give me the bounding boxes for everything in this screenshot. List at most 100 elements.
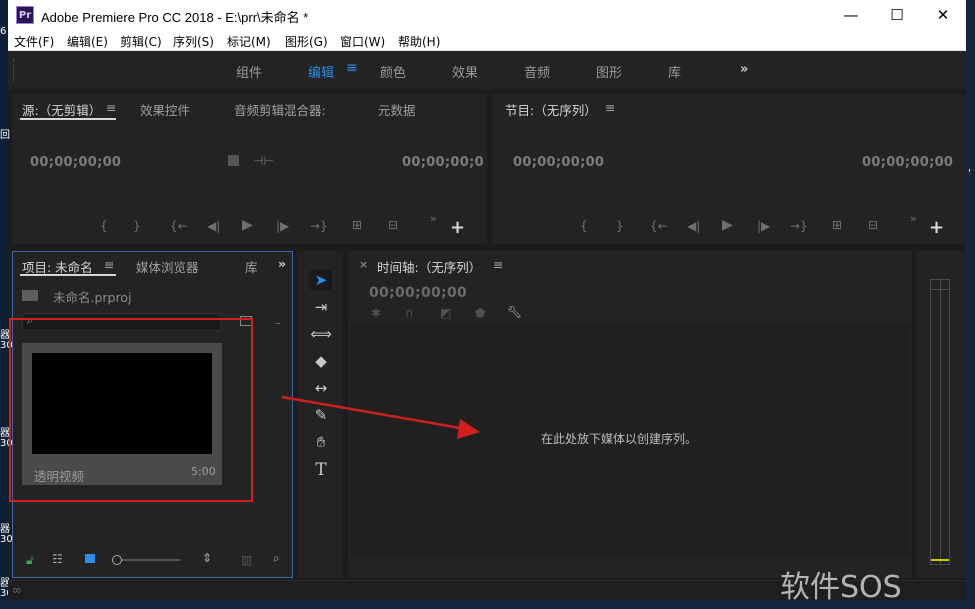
mark-in-icon[interactable]: { [100, 219, 108, 233]
meter-level-indicator [931, 559, 949, 561]
hamburger-icon[interactable]: ≡ [104, 257, 114, 272]
zoom-slider-knob[interactable] [112, 555, 122, 565]
source-duration-timecode: 00;00;00;0 [402, 155, 484, 170]
extract-icon[interactable]: ⊟ [868, 218, 878, 232]
workspace-editing[interactable]: 编辑 [308, 62, 334, 81]
tab-source[interactable]: 源:（无剪辑） [22, 100, 101, 119]
source-playhead-timecode[interactable]: 00;00;00;00 [30, 155, 121, 170]
workspace-audio[interactable]: 音频 [524, 62, 550, 81]
desktop-label: 器 [0, 524, 10, 535]
desktop-label: 6 [0, 26, 7, 37]
lift-icon[interactable]: ⊞ [832, 218, 842, 232]
active-tab-underline [20, 274, 116, 276]
close-button[interactable]: ✕ [920, 0, 966, 30]
snap-icon[interactable]: ✱ [371, 306, 381, 320]
minimize-button[interactable]: — [828, 0, 874, 30]
add-button-icon[interactable]: + [929, 217, 944, 238]
workspace-assembly[interactable]: 组件 [236, 62, 262, 81]
type-tool-icon[interactable]: T [310, 460, 332, 480]
ripple-edit-tool-icon[interactable]: ⟺ [310, 325, 332, 343]
selection-tool-icon[interactable]: ➤ [310, 271, 332, 289]
active-tab-underline [20, 118, 116, 120]
linked-selection-icon[interactable]: ∩ [405, 306, 414, 320]
insert-icon[interactable]: ⊞ [352, 218, 362, 232]
workspace-graphics[interactable]: 图形 [596, 62, 622, 81]
step-back-icon[interactable]: ◀| [207, 219, 220, 233]
step-forward-icon[interactable]: |▶ [757, 219, 770, 233]
cloud-icon[interactable]: ∞ [12, 583, 22, 597]
menu-clip[interactable]: 剪辑(C) [120, 33, 162, 50]
hamburger-icon[interactable]: ≡ [493, 257, 503, 272]
razor-tool-icon[interactable]: ◆ [310, 352, 332, 370]
mark-out-icon[interactable]: } [133, 219, 141, 233]
menu-edit[interactable]: 编辑(E) [67, 33, 108, 50]
mark-out-icon[interactable]: } [616, 219, 624, 233]
project-file-name: 未命名.prproj [53, 290, 132, 305]
add-marker-icon[interactable]: ◩ [440, 306, 451, 320]
desktop-label: ' [968, 168, 971, 179]
hamburger-icon[interactable]: ≡ [605, 100, 615, 115]
go-to-out-icon[interactable]: →} [790, 219, 808, 233]
find-icon[interactable]: ⌕ [273, 551, 280, 566]
play-icon[interactable]: ▶ [722, 217, 733, 233]
go-to-in-icon[interactable]: {← [650, 219, 668, 233]
menu-graphics[interactable]: 图形(G) [285, 33, 328, 50]
drag-video-icon[interactable] [228, 155, 239, 166]
overflow-icon[interactable]: » [430, 212, 437, 225]
workspace-color[interactable]: 颜色 [380, 62, 406, 81]
menu-help[interactable]: 帮助(H) [398, 33, 440, 50]
hamburger-icon[interactable]: ≡ [346, 60, 358, 76]
tab-effect-controls[interactable]: 效果控件 [140, 100, 190, 119]
folder-icon [22, 290, 38, 301]
workspace-overflow-icon[interactable]: » [740, 62, 748, 77]
overflow-icon[interactable]: » [910, 212, 917, 225]
icon-view-icon[interactable] [85, 554, 95, 563]
workspace-libraries[interactable]: 库 [668, 62, 681, 81]
menu-sequence[interactable]: 序列(S) [173, 33, 214, 50]
program-playhead-timecode[interactable]: 00;00;00;00 [513, 155, 604, 170]
tab-timeline[interactable]: 时间轴:（无序列） [377, 257, 481, 276]
step-back-icon[interactable]: ◀| [687, 219, 700, 233]
sort-icon[interactable]: ⇕ [202, 551, 212, 565]
lock-icon[interactable]: 🔓︎ [26, 553, 34, 568]
marker-icon[interactable]: ⬟ [475, 306, 485, 320]
timeline-timecode[interactable]: 00;00;00;00 [369, 285, 467, 301]
drag-audio-icon[interactable]: ⊣⊢ [253, 154, 274, 168]
panel-overflow-icon[interactable]: » [278, 256, 286, 271]
menu-file[interactable]: 文件(F) [14, 33, 54, 50]
menu-marker[interactable]: 标记(M) [227, 33, 271, 50]
title-bar[interactable]: Pr Adobe Premiere Pro CC 2018 - E:\prr\未… [8, 0, 966, 30]
step-forward-icon[interactable]: |▶ [276, 219, 289, 233]
add-button-icon[interactable]: + [450, 217, 465, 238]
collapse-icon[interactable]: – [275, 316, 281, 330]
wrench-icon[interactable]: 🔧︎ [507, 305, 522, 319]
program-duration-timecode: 00;00;00;00 [862, 155, 954, 170]
menu-window[interactable]: 窗口(W) [340, 33, 385, 50]
automate-to-sequence-icon[interactable]: ▥ [241, 553, 252, 567]
go-to-in-icon[interactable]: {← [170, 219, 188, 233]
play-icon[interactable]: ▶ [242, 217, 253, 233]
watermark: 软件SOS [780, 570, 902, 605]
tab-program[interactable]: 节目:（无序列） [505, 100, 597, 119]
menu-bar: 文件(F) 编辑(E) 剪辑(C) 序列(S) 标记(M) 图形(G) 窗口(W… [8, 30, 966, 51]
annotation-arrow [281, 395, 480, 439]
grip-handle[interactable] [13, 59, 18, 81]
tab-audio-clip-mixer[interactable]: 音频剪辑混合器: [234, 100, 326, 119]
tab-metadata[interactable]: 元数据 [378, 100, 416, 119]
workspace-effects[interactable]: 效果 [452, 62, 478, 81]
window-title: Adobe Premiere Pro CC 2018 - E:\prr\未命名 … [41, 10, 309, 25]
track-select-tool-icon[interactable]: ⇥ [310, 298, 332, 316]
premiere-app-icon: Pr [16, 6, 34, 24]
tab-media-browser[interactable]: 媒体浏览器 [136, 257, 199, 276]
mark-in-icon[interactable]: { [580, 219, 588, 233]
maximize-button[interactable]: ☐ [874, 0, 920, 30]
hamburger-icon[interactable]: ≡ [106, 100, 116, 115]
annotation-highlight-box [9, 318, 253, 502]
overwrite-icon[interactable]: ⊟ [388, 218, 398, 232]
go-to-out-icon[interactable]: →} [310, 219, 328, 233]
zoom-slider-track[interactable] [122, 559, 180, 561]
desktop-label: 回 [0, 130, 10, 141]
tab-libraries[interactable]: 库 [245, 257, 257, 276]
close-tab-icon[interactable]: × [359, 258, 368, 271]
list-view-icon[interactable]: ☷ [52, 552, 63, 566]
